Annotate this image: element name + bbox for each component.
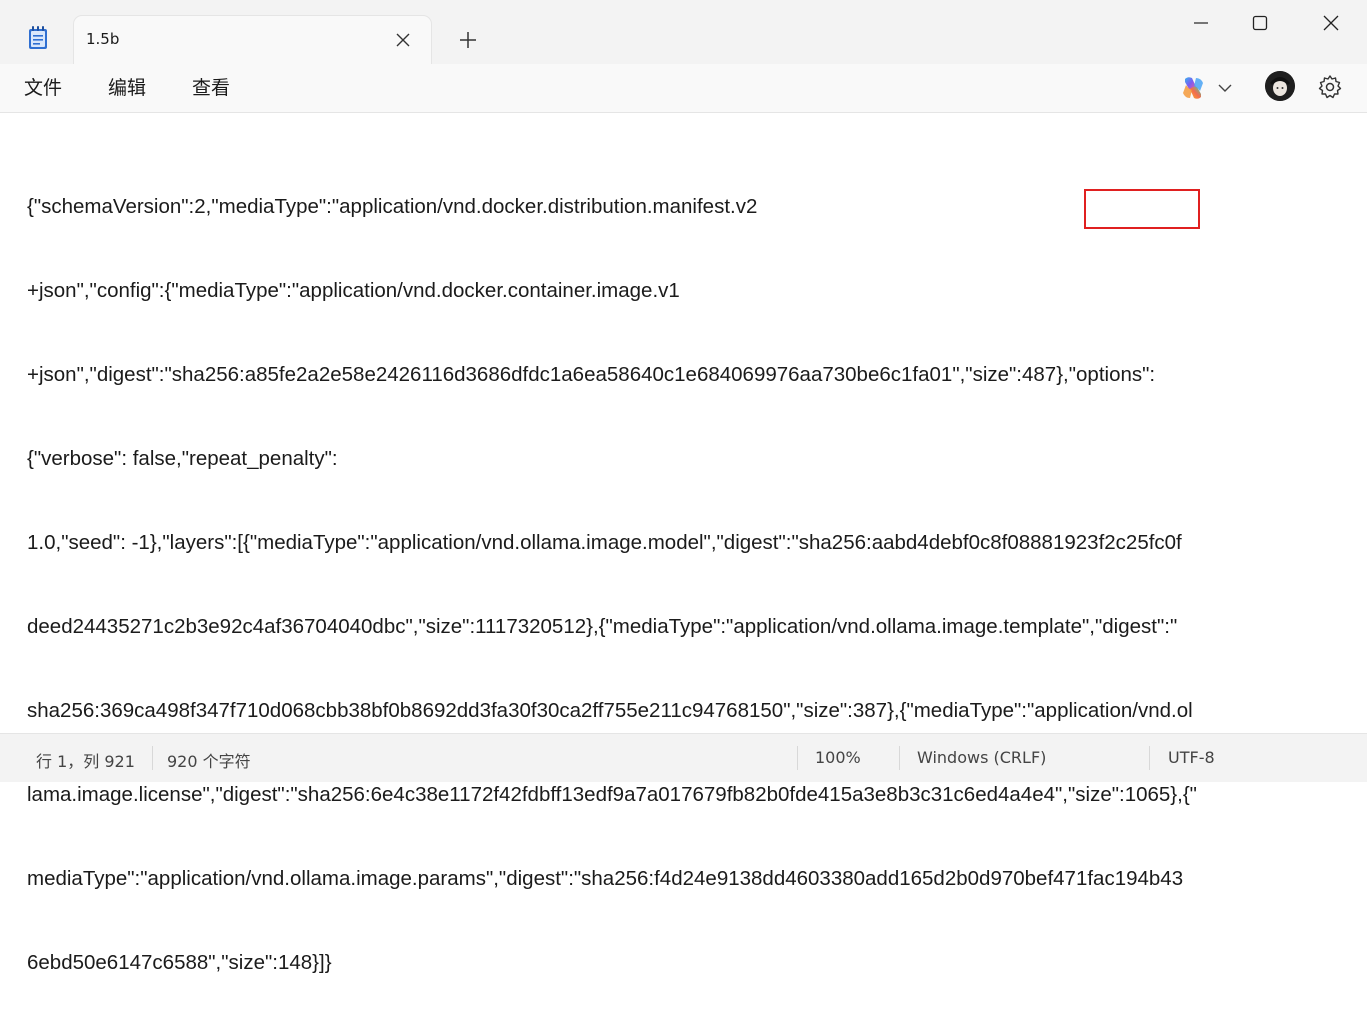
copilot-button[interactable] [1179,75,1207,101]
avatar[interactable] [1265,71,1295,101]
editor-line: deed24435271c2b3e92c4af36704040dbc","siz… [27,615,1178,638]
status-bar: 行 1，列 921 920 个字符 100% Windows (CRLF) UT… [0,733,1367,782]
notepad-icon [27,26,49,50]
status-divider [797,746,798,770]
status-divider [152,746,153,770]
editor-line: sha256:369ca498f347f710d068cbb38bf0b8692… [27,699,1193,722]
close-icon [396,33,410,47]
zoom-level[interactable]: 100% [815,748,861,767]
maximize-button[interactable] [1225,0,1295,46]
title-bar: 1.5b [0,0,1367,64]
editor-line: 1.0,"seed": -1},"layers":[{"mediaType":"… [27,531,1182,554]
menu-edit[interactable]: 编辑 [106,74,148,102]
status-divider [1149,746,1150,770]
maximize-icon [1252,15,1268,31]
minimize-icon [1194,22,1208,24]
line-ending[interactable]: Windows (CRLF) [917,748,1046,767]
plus-icon [460,32,476,48]
chevron-down-icon [1218,84,1232,92]
tab-close-button[interactable] [389,26,417,54]
status-divider [899,746,900,770]
text-editor[interactable]: {"schemaVersion":2,"mediaType":"applicat… [0,113,1367,974]
editor-line: +json","digest":"sha256:a85fe2a2e58e2426… [27,363,1156,386]
editor-line: +json","config":{"mediaType":"applicatio… [27,279,680,302]
tab-document[interactable]: 1.5b [74,16,431,64]
settings-button[interactable] [1317,74,1343,100]
editor-line: {"verbose": false,"repeat_penalty": [27,447,338,470]
menu-bar: 文件 编辑 查看 [0,64,1367,113]
close-window-button[interactable] [1296,0,1366,46]
copilot-dropdown[interactable] [1216,80,1234,96]
annotation-highlight-box [1084,189,1200,229]
gear-icon [1318,75,1342,99]
menu-view[interactable]: 查看 [190,74,232,102]
editor-line: mediaType":"application/vnd.ollama.image… [27,867,1184,890]
editor-line: lama.image.license","digest":"sha256:6e4… [27,783,1197,806]
new-tab-button[interactable] [452,24,484,56]
character-count: 920 个字符 [167,752,251,771]
avatar-image [1265,71,1295,101]
editor-line: 6ebd50e6147c6588","size":148}]} [27,951,332,974]
menu-file[interactable]: 文件 [22,74,64,102]
editor-content[interactable]: {"schemaVersion":2,"mediaType":"applicat… [27,137,1357,1033]
tab-title: 1.5b [86,30,120,48]
cursor-position: 行 1，列 921 [36,752,135,771]
encoding[interactable]: UTF-8 [1168,748,1215,767]
copilot-icon [1183,77,1203,99]
close-icon [1323,15,1339,31]
